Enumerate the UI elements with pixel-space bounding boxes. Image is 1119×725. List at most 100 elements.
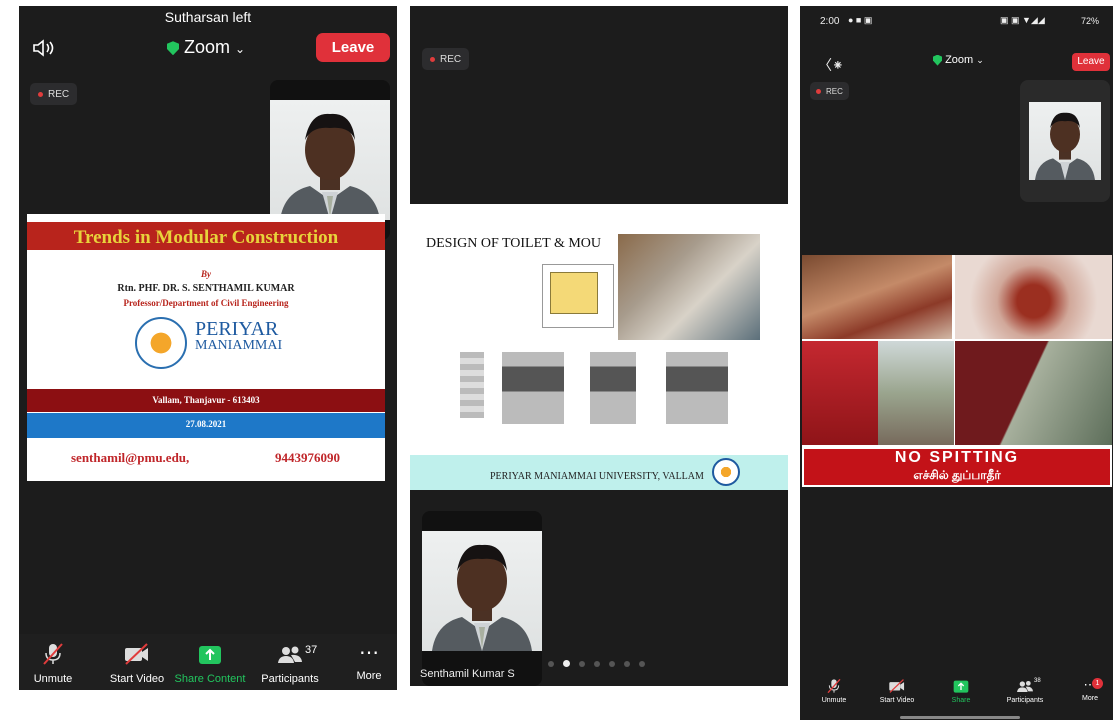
university-seal-icon	[712, 458, 740, 486]
participant-photo	[1029, 102, 1101, 180]
unmute-label: Unmute	[33, 673, 73, 685]
street-photo	[878, 341, 954, 445]
more-button[interactable]: ⋯ 1 More	[1076, 678, 1104, 702]
stained-floor-photo	[955, 255, 1112, 339]
participants-count: 38	[1034, 678, 1041, 684]
slide-phone: 9443976090	[275, 450, 340, 465]
rec-label: REC	[826, 86, 843, 96]
meeting-title-label: Zoom	[945, 54, 974, 66]
meeting-title[interactable]: Zoom ⌄	[933, 54, 984, 66]
rec-dot-icon	[38, 91, 43, 97]
person-avatar-icon	[432, 544, 532, 651]
rec-badge: REC	[422, 48, 470, 70]
stained-wall-photo	[802, 255, 952, 339]
sign-tamil: எச்சில் துப்பாதீர்	[913, 468, 1001, 482]
slide-title: Trends in Modular Construction	[73, 227, 339, 248]
slide-date: 27.08.2021	[185, 419, 227, 429]
toilet-floor-plan-room	[550, 272, 598, 314]
slide-footer: PERIYAR MANIAMMAI UNIVERSITY, VALLAM	[490, 471, 704, 482]
page-dot[interactable]	[639, 660, 645, 667]
start-video-button[interactable]: Start Video	[872, 678, 922, 704]
sign-english: NO SPITTING	[894, 449, 1020, 466]
participants-label: Participants	[1006, 697, 1044, 704]
shared-slide: Trends in Modular Construction By Rtn. P…	[27, 214, 385, 481]
rec-dot-icon	[816, 88, 821, 94]
meeting-title-label: Zoom	[184, 37, 231, 57]
more-notification-badge: 1	[1092, 678, 1103, 689]
participants-button[interactable]: 38 Participants	[1000, 678, 1050, 704]
speaker-icon[interactable]	[31, 38, 59, 58]
no-spitting-sign: NO SPITTING எச்சில் துப்பாதீர்	[802, 447, 1112, 487]
page-dot-active[interactable]	[563, 660, 570, 667]
share-arrow-icon	[953, 680, 969, 693]
elevation-drawing-4	[666, 352, 728, 424]
more-button[interactable]: ⋯ More	[349, 642, 389, 682]
university-seal-icon	[135, 317, 187, 369]
signal-icons: ▣ ▣ ▼◢◢	[1000, 15, 1045, 25]
start-video-label: Start Video	[109, 673, 165, 685]
phone-screen-2: REC DESIGN OF TOILET & MOU PERIYAR MANIA…	[410, 6, 788, 686]
slide-email: senthamil@pmu.edu,	[71, 450, 190, 465]
meeting-title[interactable]: Zoom ⌄	[167, 37, 245, 58]
participants-icon	[1017, 681, 1033, 692]
muted-microphone-icon	[43, 643, 63, 665]
status-time: 2:00	[820, 16, 840, 27]
more-dots-icon: ⋯	[359, 642, 379, 664]
participants-label: Participants	[261, 673, 319, 685]
home-indicator[interactable]	[900, 716, 1020, 719]
share-arrow-icon	[199, 646, 221, 664]
rec-badge: REC	[30, 83, 78, 105]
shared-slide: DESIGN OF TOILET & MOU PERIYAR MANIAMMAI…	[410, 204, 788, 490]
slide-by: By	[201, 269, 211, 279]
page-dot[interactable]	[624, 660, 630, 667]
share-label: Share	[951, 697, 971, 704]
participants-icon	[278, 646, 302, 663]
share-button[interactable]: Share	[942, 678, 980, 704]
shield-icon	[933, 54, 942, 66]
unmute-label: Unmute	[821, 697, 847, 704]
leave-button[interactable]: Leave	[1072, 53, 1110, 71]
shared-image-collage: NO SPITTING எச்சில் துப்பாதீர்	[802, 255, 1112, 487]
unmute-button[interactable]: Unmute	[814, 678, 854, 704]
rec-label: REC	[48, 88, 70, 100]
logo-maniammai: MANIAMMAI	[195, 338, 283, 353]
rec-badge: REC	[810, 82, 849, 100]
slide-department: Professor/Department of Civil Engineerin…	[123, 298, 289, 308]
slide-author: Rtn. PHF. DR. S. SENTHAMIL KUMAR	[117, 283, 295, 294]
phone-screen-3: 2:00 ● ■ ▣ ▣ ▣ ▼◢◢ 72% 〈⁕ Zoom ⌄ Leave R…	[800, 6, 1113, 720]
person-avatar-icon	[280, 113, 380, 220]
video-off-icon	[125, 643, 148, 665]
participants-count: 37	[305, 644, 318, 656]
shield-icon	[167, 41, 179, 56]
chevron-down-icon: ⌄	[976, 55, 984, 65]
person-avatar-icon	[1035, 112, 1095, 180]
speaker-off-icon[interactable]: 〈⁕	[818, 55, 844, 75]
elevation-drawing-3	[590, 352, 636, 424]
participant-photo	[422, 531, 542, 651]
speaker-video-tile[interactable]	[422, 511, 542, 686]
stairs-photo	[955, 341, 1112, 445]
rec-label: REC	[440, 53, 462, 65]
unmute-button[interactable]: Unmute	[23, 642, 83, 685]
participants-button[interactable]: 37 Participants	[253, 642, 327, 685]
page-dot[interactable]	[609, 660, 615, 667]
page-dot[interactable]	[594, 660, 600, 667]
page-indicator	[548, 660, 645, 667]
slide-title: DESIGN OF TOILET & MOU	[426, 236, 602, 251]
muted-microphone-icon	[827, 678, 841, 694]
students-photo	[618, 234, 760, 340]
elevation-drawing-2	[502, 352, 564, 424]
self-video-thumbnail[interactable]	[1020, 80, 1110, 202]
share-content-button[interactable]: Share Content	[169, 642, 251, 685]
battery-level: 72%	[1081, 16, 1100, 26]
start-video-label: Start Video	[879, 697, 915, 704]
page-dot[interactable]	[579, 660, 585, 667]
leave-button[interactable]: Leave	[316, 33, 390, 62]
participant-left-notice: Sutharsan left	[164, 9, 252, 25]
page-dot[interactable]	[548, 660, 554, 667]
speaker-name: Senthamil Kumar S	[420, 668, 515, 680]
video-off-icon	[889, 679, 905, 693]
start-video-button[interactable]: Start Video	[97, 642, 177, 685]
participant-photo	[270, 100, 390, 220]
chevron-down-icon: ⌄	[235, 42, 246, 56]
